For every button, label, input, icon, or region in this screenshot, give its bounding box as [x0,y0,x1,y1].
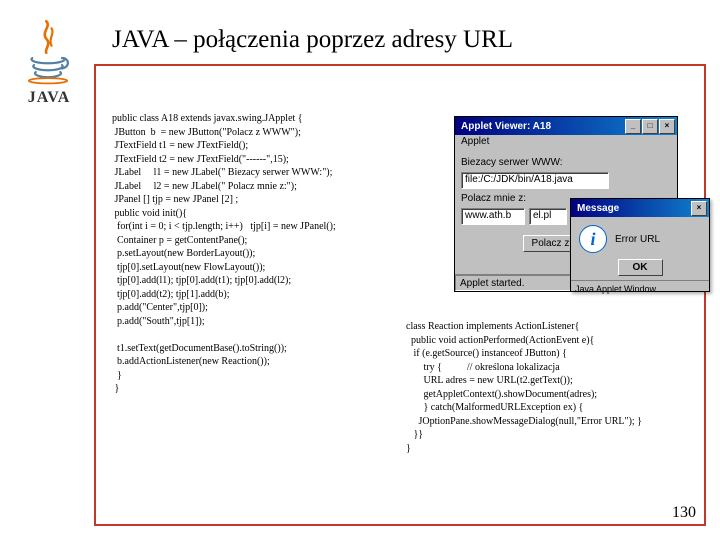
message-titlebar[interactable]: Message × [571,199,709,217]
applet-menubar[interactable]: Applet [455,135,677,151]
message-title-text: Message [573,203,690,214]
close-button[interactable]: × [659,119,675,134]
applet-title-text: Applet Viewer: A18 [457,121,624,132]
label-server: Biezacy serwer WWW: [461,157,563,168]
message-close-button[interactable]: × [691,201,707,216]
message-statusbar: Java Applet Window [571,280,709,297]
page-title: JAVA – połączenia poprzez adresy URL [112,26,513,54]
field-host[interactable]: www.ath.b [461,208,525,225]
label-connect: Polacz mnie z: [461,193,526,204]
java-cup-icon [20,16,76,86]
message-dialog: Message × i Error URL OK Java Applet Win… [570,198,710,292]
minimize-button[interactable]: _ [625,119,641,134]
applet-titlebar[interactable]: Applet Viewer: A18 _ □ × [455,117,677,135]
java-logo: JAVA [12,16,86,107]
code-block-left: public class A18 extends javax.swing.JAp… [112,112,336,396]
info-icon: i [579,225,607,253]
field-domain[interactable]: el.pl [529,208,567,225]
code-block-right: class Reaction implements ActionListener… [406,320,642,455]
maximize-button[interactable]: □ [642,119,658,134]
page-number: 130 [672,504,696,522]
field-server-url[interactable]: file:/C:/JDK/bin/A18.java [461,172,609,189]
ok-button[interactable]: OK [618,259,663,276]
java-logo-text: JAVA [12,89,86,107]
applet-menu-item[interactable]: Applet [461,136,489,147]
message-text: Error URL [615,234,660,245]
